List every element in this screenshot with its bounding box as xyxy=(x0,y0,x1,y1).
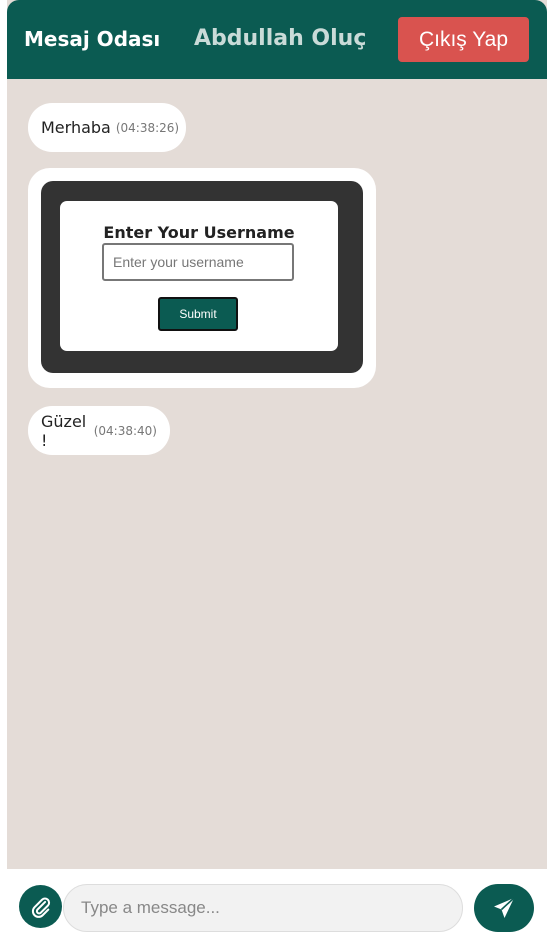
message-time: (04:38:26) xyxy=(115,120,180,135)
logout-button[interactable]: Çıkış Yap xyxy=(398,17,529,62)
message-text: Merhaba xyxy=(41,118,111,137)
composer-bar xyxy=(7,869,547,941)
message-text: Güzel ! xyxy=(41,411,87,450)
message-input[interactable] xyxy=(63,884,463,932)
chat-app: Mesaj Odası Abdullah Oluç Çıkış Yap Merh… xyxy=(7,0,547,941)
message-time: (04:38:40) xyxy=(93,423,157,438)
embedded-form-card: Enter Your Username Submit xyxy=(60,201,338,351)
embedded-form-title: Enter Your Username xyxy=(103,223,295,242)
paper-plane-icon xyxy=(494,897,515,918)
message-list: Merhaba (04:38:26) Enter Your Username S… xyxy=(7,79,547,869)
message-embed-bubble: Enter Your Username Submit xyxy=(28,168,376,388)
current-user-name: Abdullah Oluç xyxy=(194,26,367,51)
room-title: Mesaj Odası xyxy=(24,27,161,51)
chat-header: Mesaj Odası Abdullah Oluç Çıkış Yap xyxy=(7,0,547,79)
message-bubble: Merhaba (04:38:26) xyxy=(28,103,186,152)
send-button[interactable] xyxy=(474,884,534,932)
embedded-submit-button[interactable]: Submit xyxy=(158,297,238,331)
embedded-form-frame: Enter Your Username Submit xyxy=(41,181,363,373)
paperclip-icon xyxy=(31,897,50,918)
attach-button[interactable] xyxy=(19,885,62,928)
embedded-username-input[interactable] xyxy=(102,243,294,281)
message-bubble: Güzel ! (04:38:40) xyxy=(28,406,170,455)
